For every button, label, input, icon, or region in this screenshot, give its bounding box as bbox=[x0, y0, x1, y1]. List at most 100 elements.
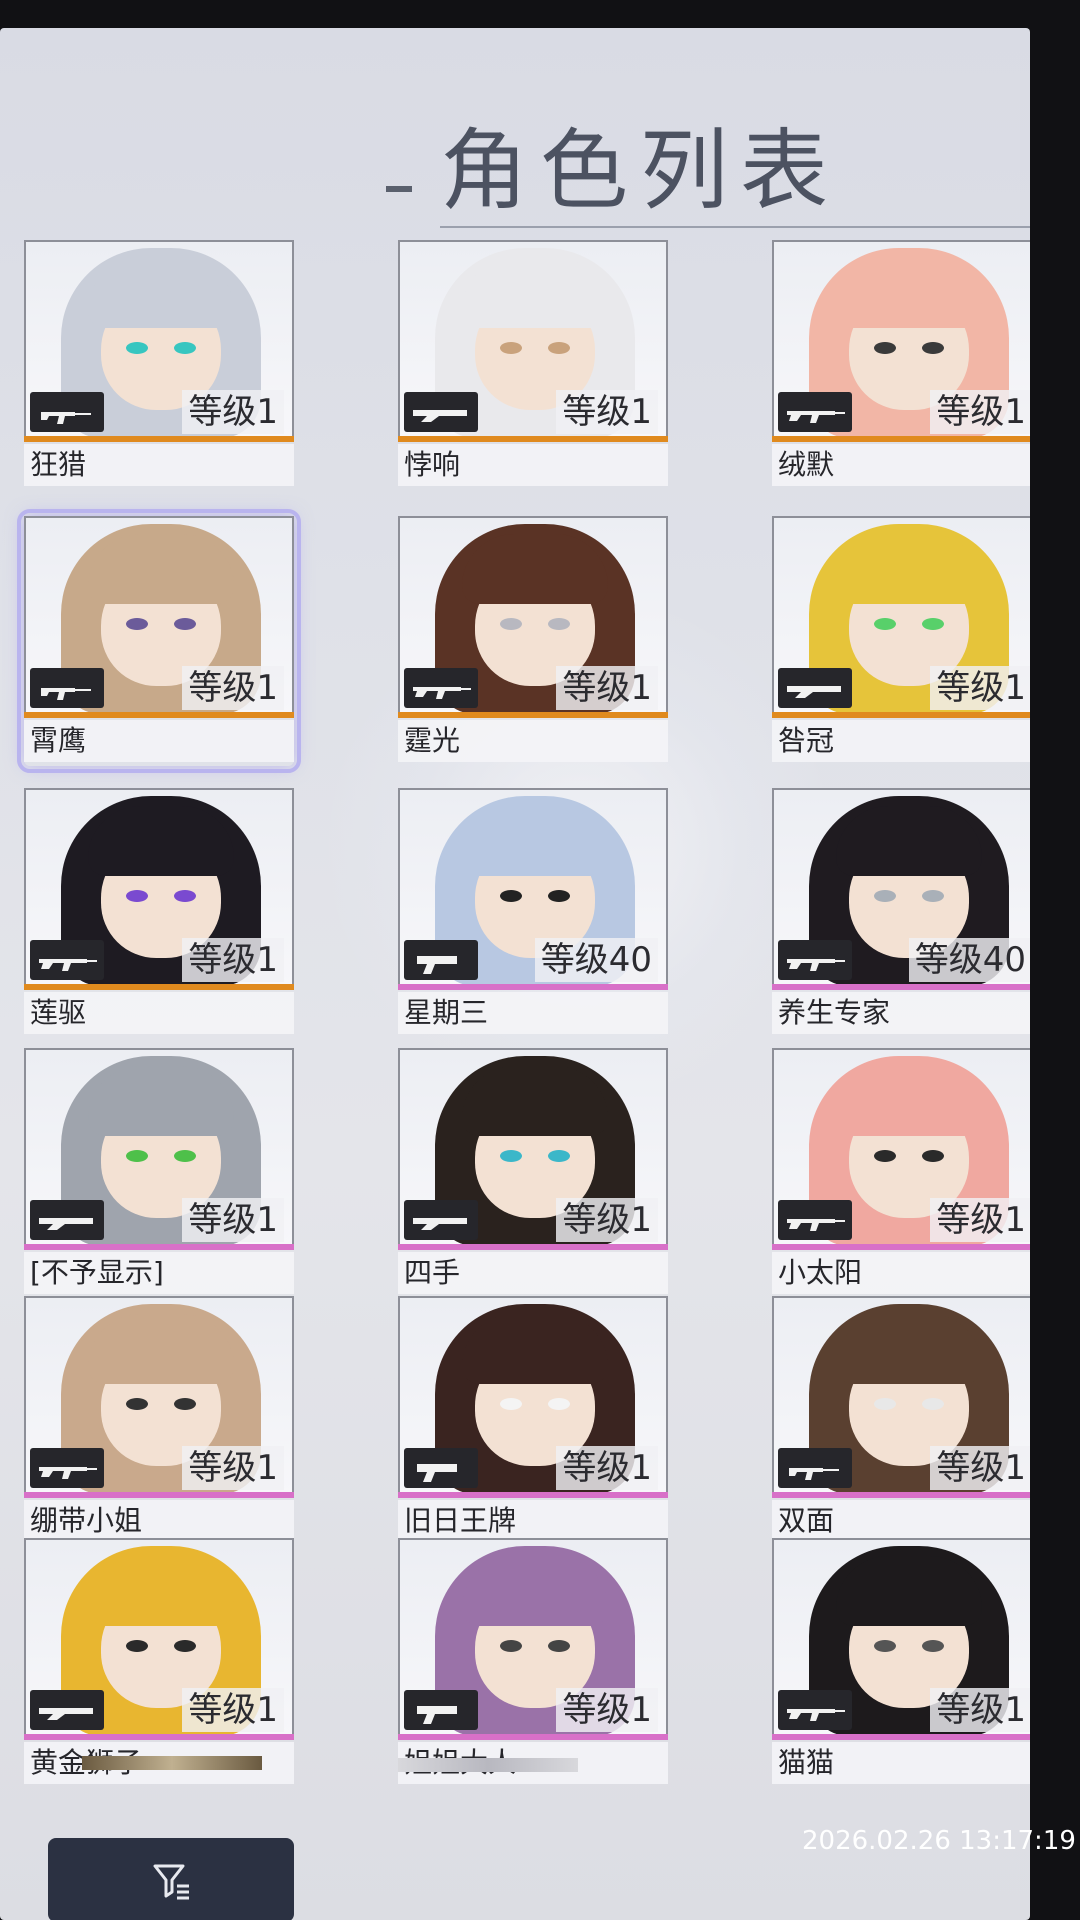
portrait-eye bbox=[874, 1398, 896, 1410]
portrait-eye bbox=[126, 618, 148, 630]
character-card[interactable]: 等级1 绒默 bbox=[772, 240, 1030, 490]
portrait-eye bbox=[548, 342, 570, 354]
portrait-bangs bbox=[462, 1556, 608, 1626]
character-portrait: 等级1 bbox=[772, 1538, 1030, 1738]
character-name: 狂猎 bbox=[24, 444, 294, 486]
character-card[interactable]: 等级1 黄金狮子 bbox=[24, 1538, 294, 1788]
portrait-bangs bbox=[88, 806, 234, 876]
portrait-eye bbox=[548, 890, 570, 902]
weapon-badge bbox=[30, 668, 104, 708]
character-portrait: 等级1 bbox=[772, 1048, 1030, 1248]
level-label: 等级1 bbox=[930, 666, 1030, 710]
rarity-bar bbox=[398, 436, 668, 442]
pistol-icon bbox=[417, 1464, 457, 1482]
character-name: 莲驱 bbox=[24, 992, 294, 1034]
level-label: 等级1 bbox=[182, 938, 284, 982]
portrait-bangs bbox=[88, 1066, 234, 1136]
smg-icon bbox=[41, 688, 91, 700]
level-label: 等级1 bbox=[556, 1198, 658, 1242]
character-portrait: 等级1 bbox=[24, 516, 294, 716]
character-card[interactable]: 等级1 莲驱 bbox=[24, 788, 294, 1038]
shotgun-icon bbox=[413, 1218, 467, 1230]
character-card[interactable]: 等级1 旧日王牌 bbox=[398, 1296, 668, 1546]
level-label: 等级40 bbox=[534, 938, 658, 982]
shotgun-icon bbox=[39, 1708, 93, 1720]
character-name: 悖响 bbox=[398, 444, 668, 486]
level-label: 等级40 bbox=[908, 938, 1030, 982]
character-card[interactable]: 等级1 绷带小姐 bbox=[24, 1296, 294, 1546]
character-name: 星期三 bbox=[398, 992, 668, 1034]
portrait-eye bbox=[922, 618, 944, 630]
rarity-bar bbox=[24, 712, 294, 718]
portrait-eye bbox=[874, 1150, 896, 1162]
character-card[interactable]: 等级1 霄鹰 bbox=[17, 509, 301, 773]
portrait-eye bbox=[874, 618, 896, 630]
character-card[interactable]: 等级1 双面 bbox=[772, 1296, 1030, 1546]
rifle-icon bbox=[39, 959, 97, 971]
filter-icon bbox=[153, 1864, 189, 1900]
portrait-eye bbox=[500, 1150, 522, 1162]
rarity-bar bbox=[772, 436, 1030, 442]
filter-button[interactable] bbox=[48, 1838, 294, 1920]
weapon-badge bbox=[404, 668, 478, 708]
portrait-eye bbox=[500, 890, 522, 902]
portrait-eye bbox=[500, 342, 522, 354]
weapon-badge bbox=[404, 1200, 478, 1240]
portrait-eye bbox=[174, 890, 196, 902]
rifle-icon bbox=[787, 411, 845, 423]
portrait-eye bbox=[874, 342, 896, 354]
character-card[interactable]: 等级1 猫猫 bbox=[772, 1538, 1030, 1788]
character-card[interactable]: 等级40 星期三 bbox=[398, 788, 668, 1038]
character-card[interactable]: 等级1 咎冠 bbox=[772, 516, 1030, 766]
portrait-eye bbox=[922, 1640, 944, 1652]
portrait-eye bbox=[874, 1640, 896, 1652]
rarity-bar bbox=[772, 1734, 1030, 1740]
portrait-eye bbox=[500, 618, 522, 630]
portrait-eye bbox=[548, 1398, 570, 1410]
app-screen: 角色列表 等级1 狂猎 等级1 悖响 等级1 绒默 等级1 霄鹰 等级1 霆光 … bbox=[0, 28, 1030, 1920]
portrait-bangs bbox=[88, 1556, 234, 1626]
character-portrait: 等级1 bbox=[24, 788, 294, 988]
character-card[interactable]: 等级40 养生专家 bbox=[772, 788, 1030, 1038]
character-portrait: 等级40 bbox=[398, 788, 668, 988]
character-portrait: 等级1 bbox=[24, 1048, 294, 1248]
portrait-eye bbox=[126, 1640, 148, 1652]
character-card[interactable]: 等级1 [不予显示] bbox=[24, 1048, 294, 1298]
rifle-icon bbox=[413, 687, 471, 699]
next-row-card-peek bbox=[82, 1756, 262, 1770]
character-card[interactable]: 等级1 悖响 bbox=[398, 240, 668, 490]
character-name: 绒默 bbox=[772, 444, 1030, 486]
portrait-bangs bbox=[88, 534, 234, 604]
level-label: 等级1 bbox=[556, 1688, 658, 1732]
rarity-bar bbox=[772, 1244, 1030, 1250]
portrait-eye bbox=[174, 1640, 196, 1652]
header: 角色列表 bbox=[440, 100, 1030, 228]
rarity-bar bbox=[398, 1492, 668, 1498]
portrait-eye bbox=[548, 618, 570, 630]
character-card[interactable]: 等级1 四手 bbox=[398, 1048, 668, 1298]
weapon-badge bbox=[778, 940, 852, 980]
smg-icon bbox=[789, 1468, 839, 1480]
portrait-bangs bbox=[88, 1314, 234, 1384]
character-card[interactable]: 等级1 姐姐大人 bbox=[398, 1538, 668, 1788]
character-card[interactable]: 等级1 狂猎 bbox=[24, 240, 294, 490]
rifle-icon bbox=[787, 1709, 845, 1721]
character-name: 霆光 bbox=[398, 720, 668, 762]
rarity-bar bbox=[398, 984, 668, 990]
level-label: 等级1 bbox=[930, 1688, 1030, 1732]
character-card[interactable]: 等级1 小太阳 bbox=[772, 1048, 1030, 1298]
photo-timestamp: 2026.02.26 13:17:19 bbox=[802, 1826, 1076, 1856]
portrait-eye bbox=[548, 1640, 570, 1652]
portrait-bangs bbox=[462, 1314, 608, 1384]
portrait-bangs bbox=[88, 258, 234, 328]
rarity-bar bbox=[398, 1734, 668, 1740]
level-label: 等级1 bbox=[182, 1446, 284, 1490]
portrait-bangs bbox=[836, 1066, 982, 1136]
weapon-badge bbox=[778, 1690, 852, 1730]
character-card[interactable]: 等级1 霆光 bbox=[398, 516, 668, 766]
portrait-eye bbox=[174, 342, 196, 354]
weapon-badge bbox=[778, 1448, 852, 1488]
level-label: 等级1 bbox=[182, 666, 284, 710]
weapon-badge bbox=[778, 392, 852, 432]
portrait-bangs bbox=[462, 1066, 608, 1136]
